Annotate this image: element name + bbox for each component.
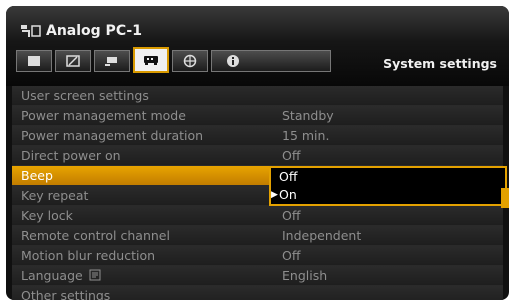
menu-row-remote-control-channel[interactable]: Remote control channel Independent xyxy=(12,226,503,246)
menu-row-label: Remote control channel xyxy=(21,228,170,243)
image-adjust-icon xyxy=(28,56,40,66)
tab-image-quality[interactable] xyxy=(55,50,91,72)
input-name: Analog PC-1 xyxy=(46,23,142,39)
menu-row-motion-blur-reduction[interactable]: Motion blur reduction Off xyxy=(12,246,503,266)
language-icon xyxy=(89,269,101,281)
menu-row-key-lock[interactable]: Key lock Off xyxy=(12,206,503,226)
menu-row-label: Power management duration xyxy=(21,128,204,143)
menu-row-label-text: Language xyxy=(21,268,83,283)
menu-row-direct-power-on[interactable]: Direct power on Off xyxy=(12,146,503,166)
menu-row-value: Independent xyxy=(282,228,362,243)
input-source: Analog PC-1 xyxy=(20,20,142,42)
menu-row-value: Off xyxy=(282,208,301,223)
menu-row-value: English xyxy=(282,268,328,283)
menu-row-label: Power management mode xyxy=(21,108,186,123)
install-settings-icon xyxy=(105,57,117,66)
dropdown-option-on[interactable]: ▶ On xyxy=(271,186,505,204)
tab-system-settings[interactable] xyxy=(133,47,169,73)
dropdown-option-label: Off xyxy=(279,169,298,184)
menu-row-power-management-duration[interactable]: Power management duration 15 min. xyxy=(12,126,503,146)
menu-row-label: Direct power on xyxy=(21,148,121,163)
section-title: System settings xyxy=(383,56,497,71)
dropdown-option-label: On xyxy=(279,187,297,202)
menu-row-value: Standby xyxy=(282,108,334,123)
menu-row-value: 15 min. xyxy=(282,128,330,143)
system-settings-icon xyxy=(144,56,158,65)
tab-network-settings[interactable] xyxy=(172,50,208,72)
menu-row-label: Language xyxy=(21,268,101,283)
menu-row-language[interactable]: Language English xyxy=(12,266,503,286)
menu-row-label: Key lock xyxy=(21,208,73,223)
image-quality-icon xyxy=(66,55,80,67)
scrollbar-indicator[interactable] xyxy=(501,188,509,208)
menu-row-label: Motion blur reduction xyxy=(21,248,156,263)
menu-row-label: User screen settings xyxy=(21,88,149,103)
tab-install-settings[interactable] xyxy=(94,50,130,72)
information-icon xyxy=(227,55,239,67)
menu-row-power-management-mode[interactable]: Power management mode Standby xyxy=(12,106,503,126)
menu-row-label: Key repeat xyxy=(21,188,89,203)
menu-header: Analog PC-1 System settings xyxy=(6,6,509,86)
menu-row-value: Off xyxy=(282,148,301,163)
projector-menu: Analog PC-1 System settings User screen … xyxy=(6,6,509,300)
menu-tabs xyxy=(16,47,334,74)
input-source-icon xyxy=(20,22,46,40)
beep-options-dropdown: Off ▶ On xyxy=(269,166,507,206)
selection-marker-icon: ▶ xyxy=(271,190,278,200)
menu-row-user-screen-settings[interactable]: User screen settings xyxy=(12,86,503,106)
tab-information[interactable] xyxy=(211,50,331,72)
menu-row-label: Beep xyxy=(21,168,53,183)
menu-row-label: Other settings xyxy=(21,288,111,300)
menu-row-other-settings[interactable]: Other settings xyxy=(12,286,503,300)
dropdown-option-off[interactable]: Off xyxy=(271,168,505,186)
tab-image-adjustment[interactable] xyxy=(16,50,52,72)
network-settings-icon xyxy=(183,54,197,68)
menu-row-value: Off xyxy=(282,248,301,263)
